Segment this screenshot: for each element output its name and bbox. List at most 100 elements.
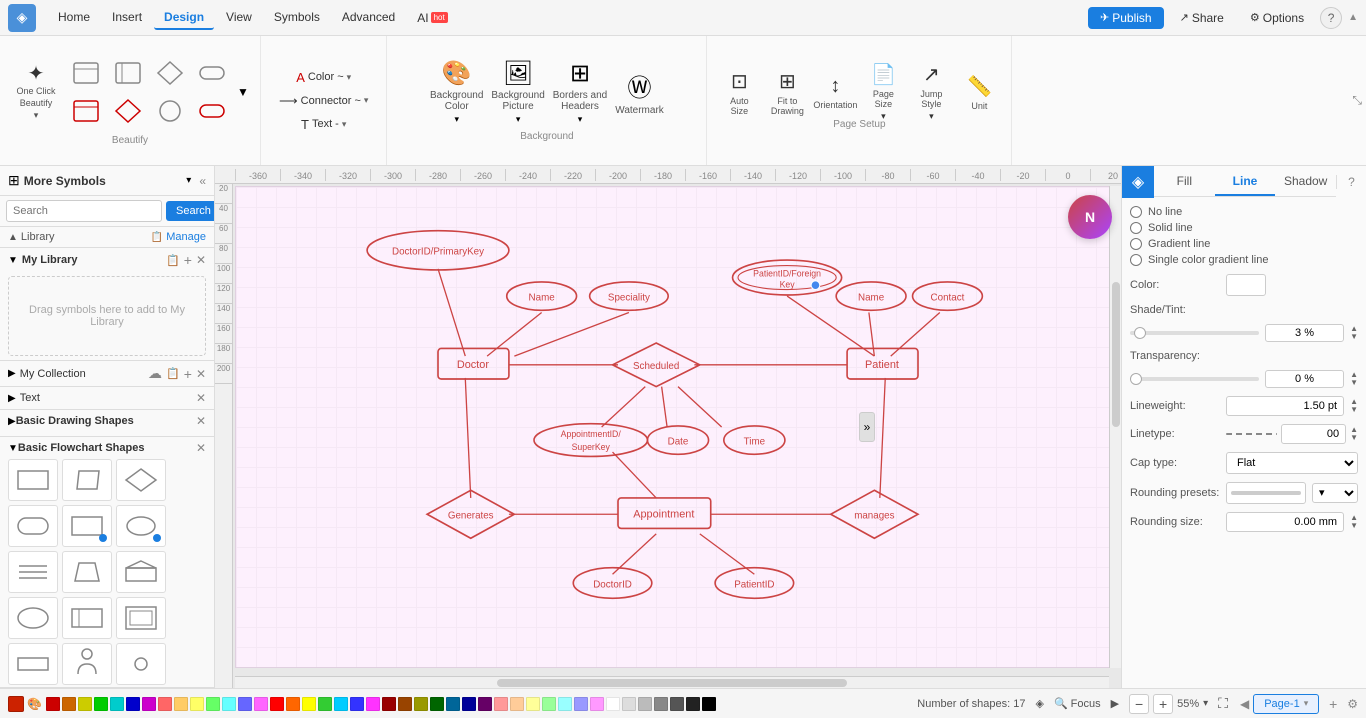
shape-person[interactable] — [62, 643, 112, 685]
auto-size-button[interactable]: ⊡ AutoSize — [717, 71, 761, 113]
beautify-shape-8[interactable] — [192, 93, 232, 129]
lineweight-down[interactable]: ▼ — [1350, 406, 1358, 414]
palette-color-item[interactable] — [670, 697, 684, 711]
beautify-shape-4[interactable] — [192, 55, 232, 91]
fullscreen-button[interactable]: ⛶ — [1218, 695, 1228, 712]
one-click-beautify-button[interactable]: ✦ One Click Beautify ▾ — [10, 64, 62, 120]
beautify-shape-7[interactable] — [150, 93, 190, 129]
palette-color-item[interactable] — [398, 697, 412, 711]
menu-design[interactable]: Design — [154, 6, 214, 30]
palette-color-item[interactable] — [222, 697, 236, 711]
text-dropdown[interactable]: T Text - ▾ — [293, 114, 354, 135]
palette-color-item[interactable] — [542, 697, 556, 711]
palette-color-item[interactable] — [478, 697, 492, 711]
shape-rectangle[interactable] — [8, 459, 58, 501]
palette-color-item[interactable] — [558, 697, 572, 711]
h-scroll-thumb[interactable] — [497, 679, 847, 687]
bg-color-button[interactable]: 🎨 BackgroundColor ▾ — [430, 59, 483, 125]
borders-headers-button[interactable]: ⊞ Borders andHeaders ▾ — [553, 59, 607, 125]
ai-avatar[interactable]: N — [1068, 195, 1112, 239]
zoom-in-button[interactable]: + — [1153, 694, 1173, 714]
shade-tint-slider[interactable] — [1130, 331, 1259, 335]
v-scroll-thumb[interactable] — [1112, 282, 1120, 427]
menu-advanced[interactable]: Advanced — [332, 6, 405, 30]
vertical-scrollbar[interactable] — [1109, 186, 1121, 668]
single-gradient-radio[interactable] — [1130, 254, 1142, 266]
rounding-presets-select[interactable]: ▾ — [1312, 483, 1358, 503]
menu-insert[interactable]: Insert — [102, 6, 152, 30]
transparency-input[interactable] — [1265, 370, 1344, 388]
color-swatch[interactable] — [1226, 274, 1266, 296]
palette-color-item[interactable] — [62, 697, 76, 711]
settings-icon[interactable]: ⚙ — [1347, 697, 1358, 711]
basic-flowchart-collapse-icon[interactable]: ▼ — [8, 443, 18, 454]
format-icon[interactable]: ◈ — [1122, 166, 1154, 198]
zoom-out-button[interactable]: − — [1129, 694, 1149, 714]
connector-dropdown[interactable]: ⟶ Connector ~ ▾ — [271, 90, 376, 112]
linetype-input[interactable] — [1281, 424, 1346, 444]
gradient-line-radio[interactable] — [1130, 238, 1142, 250]
horizontal-scrollbar[interactable] — [235, 676, 1109, 688]
basic-flowchart-close-icon[interactable]: ✕ — [196, 441, 206, 455]
my-library-collapse-icon[interactable]: ▼ — [8, 255, 18, 266]
publish-button[interactable]: ✈ Publish — [1088, 7, 1164, 29]
cap-type-select[interactable]: Flat Round Square — [1226, 452, 1358, 474]
tab-fill[interactable]: Fill — [1154, 168, 1215, 196]
toolbar-expand[interactable]: ⤡ — [1352, 36, 1366, 165]
palette-color-item[interactable] — [446, 697, 460, 711]
palette-color-item[interactable] — [158, 697, 172, 711]
single-gradient-option[interactable]: Single color gradient line — [1130, 254, 1358, 266]
page-back-button[interactable]: ◀ — [1240, 697, 1249, 711]
orientation-button[interactable]: ↕ Orientation — [813, 71, 857, 113]
unit-button[interactable]: 📏 Unit — [957, 71, 1001, 113]
collection-cloud-icon[interactable]: ☁ — [148, 365, 162, 382]
palette-color-item[interactable] — [430, 697, 444, 711]
tab-shadow[interactable]: Shadow — [1275, 168, 1336, 196]
beautify-shape-3[interactable] — [150, 55, 190, 91]
focus-button[interactable]: 🔍 Focus — [1054, 697, 1101, 710]
palette-color-item[interactable] — [254, 697, 268, 711]
transparency-down[interactable]: ▼ — [1350, 379, 1358, 387]
solid-line-option[interactable]: Solid line — [1130, 222, 1358, 234]
color-picker-icon[interactable]: 🎨 — [27, 697, 42, 711]
palette-color-item[interactable] — [350, 697, 364, 711]
palette-color-item[interactable] — [526, 697, 540, 711]
palette-color-item[interactable] — [510, 697, 524, 711]
rounding-size-input[interactable] — [1226, 512, 1344, 532]
shade-tint-input[interactable] — [1265, 324, 1344, 342]
beautify-chevron[interactable]: ▼ — [236, 55, 250, 129]
shape-ellipse-with-dot[interactable] — [116, 505, 166, 547]
shape-small-3[interactable] — [116, 643, 166, 685]
share-button[interactable]: ↗ Share — [1170, 7, 1234, 29]
menu-view[interactable]: View — [216, 6, 262, 30]
beautify-shape-1[interactable] — [66, 55, 106, 91]
palette-color-item[interactable] — [174, 697, 188, 711]
no-line-radio[interactable] — [1130, 206, 1142, 218]
palette-color-item[interactable] — [382, 697, 396, 711]
menu-ai[interactable]: AI hot — [407, 6, 457, 30]
shape-frame[interactable] — [116, 597, 166, 639]
help-button[interactable]: ? — [1320, 7, 1342, 29]
palette-color-item[interactable] — [686, 697, 700, 711]
add-page-button[interactable]: + — [1323, 694, 1343, 714]
palette-color-item[interactable] — [574, 697, 588, 711]
diagram-canvas[interactable]: DoctorID/PrimaryKey Name Speciality Pati… — [235, 186, 1121, 668]
layers-button[interactable]: ◈ — [1036, 697, 1044, 710]
palette-color-item[interactable] — [318, 697, 332, 711]
palette-color-item[interactable] — [702, 697, 716, 711]
collection-add-icon[interactable]: + — [184, 366, 192, 382]
shape-rect-with-dot[interactable] — [62, 505, 112, 547]
palette-color-item[interactable] — [414, 697, 428, 711]
collapse-left-icon[interactable]: « — [199, 174, 206, 188]
palette-color-item[interactable] — [366, 697, 380, 711]
basic-drawing-collapse-icon[interactable]: ▶ — [8, 416, 16, 427]
page-tab-1[interactable]: Page-1 ▾ — [1253, 694, 1319, 714]
watermark-button[interactable]: Ⓦ Watermark — [615, 68, 664, 116]
shape-rounded-rect[interactable] — [8, 505, 58, 547]
symbols-dropdown-arrow[interactable]: ▾ — [186, 175, 191, 186]
linetype-down[interactable]: ▼ — [1350, 434, 1358, 442]
rounding-size-down[interactable]: ▼ — [1350, 522, 1358, 530]
collection-collapse-icon[interactable]: ▶ — [8, 368, 16, 379]
palette-color-item[interactable] — [206, 697, 220, 711]
options-button[interactable]: ⚙ Options — [1240, 7, 1314, 29]
